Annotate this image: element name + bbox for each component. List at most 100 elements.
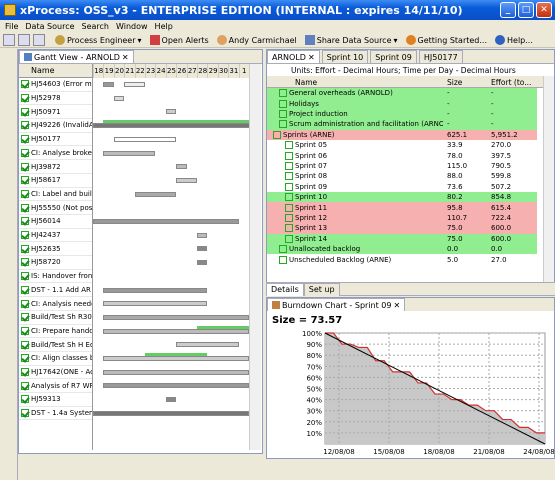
gantt-row[interactable]: HJ50177 — [19, 133, 92, 147]
gantt-bar[interactable] — [197, 246, 208, 252]
gantt-row[interactable]: CI: Align classes b — [19, 352, 92, 366]
gantt-row[interactable]: HJ58617 — [19, 174, 92, 188]
gantt-row[interactable]: IS: Handover fron — [19, 270, 92, 284]
gantt-row[interactable]: DST - 1.1 Add AR — [19, 284, 92, 298]
gantt-row[interactable]: Analysis of R7 WF — [19, 379, 92, 394]
menu-file[interactable]: File — [5, 22, 18, 31]
share-data-source-button[interactable]: Share Data Source ▾ — [304, 35, 398, 45]
print-icon[interactable] — [33, 34, 45, 46]
user-button[interactable]: Andy Carmichael — [216, 35, 297, 45]
table-row[interactable]: Sprint 08 88.0 599.8 — [267, 171, 537, 181]
menu-data-source[interactable]: Data Source — [25, 22, 74, 31]
gantt-row[interactable]: HJ56014 — [19, 215, 92, 229]
gantt-row[interactable]: HJ50971 — [19, 105, 92, 120]
gantt-row[interactable]: HJ52635 — [19, 242, 92, 257]
gantt-bar[interactable] — [103, 287, 208, 293]
gantt-bar[interactable] — [103, 383, 249, 389]
gantt-bar[interactable] — [134, 191, 177, 197]
tab-arnold[interactable]: ARNOLD ✕ — [267, 50, 320, 63]
gantt-bar[interactable] — [103, 369, 249, 375]
gantt-row[interactable]: HJ42437 — [19, 229, 92, 243]
table-row[interactable]: Sprints (ARNE) 625.1 5,951.2 — [267, 129, 537, 140]
tab-setup[interactable]: Set up — [303, 282, 340, 296]
gantt-tab[interactable]: Gantt View - ARNOLD ✕ — [19, 50, 134, 63]
gantt-row[interactable]: HJ54603 (Error m — [19, 78, 92, 92]
open-alerts-button[interactable]: Open Alerts — [149, 35, 209, 45]
gantt-row[interactable]: HJ17642(ONE - Ac — [19, 366, 92, 380]
tab-sprint-10[interactable]: Sprint 10 — [321, 50, 369, 63]
table-row[interactable]: Sprint 09 73.6 507.2 — [267, 182, 537, 192]
row-effort: 600.0 — [491, 234, 512, 243]
gantt-row[interactable]: Build/Test Sh H Ed — [19, 338, 92, 352]
table-row[interactable]: Sprint 14 75.0 600.0 — [267, 233, 537, 244]
table-row[interactable]: Sprint 06 78.0 397.5 — [267, 150, 537, 160]
table-row[interactable]: Sprint 07 115.0 790.5 — [267, 161, 537, 171]
gantt-bar[interactable] — [165, 109, 177, 115]
gantt-row[interactable]: HJ39872 — [19, 160, 92, 174]
gantt-row[interactable]: HJ58720 — [19, 256, 92, 270]
gantt-row[interactable]: CI: Prepare hando — [19, 325, 92, 339]
gantt-row[interactable]: CI: Analysis neede — [19, 297, 92, 311]
menu-help[interactable]: Help — [155, 22, 173, 31]
table-row[interactable]: Sprint 13 75.0 600.0 — [267, 223, 537, 234]
table-row[interactable]: Holidays - - — [267, 98, 537, 109]
gantt-bar[interactable] — [197, 260, 208, 266]
gantt-row[interactable]: DST - 1.4a System — [19, 407, 92, 421]
gantt-row[interactable]: CI: Label and buil — [19, 188, 92, 202]
gantt-bar[interactable] — [197, 232, 208, 238]
gantt-row[interactable]: HJ55550 (Not pos — [19, 201, 92, 215]
gantt-bar[interactable] — [93, 219, 239, 224]
table-row[interactable]: Sprint 11 95.8 615.4 — [267, 202, 537, 213]
close-button[interactable]: ✕ — [536, 2, 552, 18]
table-vertical-scrollbar[interactable] — [543, 76, 554, 282]
gantt-bar[interactable] — [103, 328, 249, 334]
save-icon[interactable] — [18, 34, 30, 46]
gantt-bar[interactable] — [176, 177, 197, 183]
col-name[interactable]: Name — [295, 78, 317, 87]
checked-icon — [21, 340, 29, 349]
help-button[interactable]: Help... — [495, 35, 533, 45]
gantt-row-label: Build/Test Sh R30 — [31, 313, 92, 322]
gantt-bar[interactable] — [176, 342, 239, 348]
col-effort[interactable]: Effort (to... — [491, 78, 531, 87]
maximize-button[interactable]: □ — [518, 2, 534, 18]
table-row[interactable]: Sprint 10 80.2 854.8 — [267, 192, 537, 203]
minimize-button[interactable]: _ — [500, 2, 516, 18]
getting-started-button[interactable]: Getting Started... — [405, 35, 487, 45]
table-row[interactable]: General overheads (ARNOLD) - - — [267, 88, 537, 99]
table-row[interactable]: Project induction - - — [267, 108, 537, 120]
gantt-name-header[interactable]: Name — [19, 64, 92, 78]
table-row[interactable]: Sprint 05 33.9 270.0 — [267, 140, 537, 150]
gantt-bar[interactable] — [113, 95, 125, 101]
gantt-bar[interactable] — [93, 410, 249, 416]
process-engineer-button[interactable]: Process Engineer ▾ — [55, 35, 142, 45]
gantt-bar[interactable] — [103, 82, 114, 87]
gantt-bar[interactable] — [176, 164, 187, 170]
gantt-bar[interactable] — [113, 136, 177, 142]
tab-hj50177[interactable]: HJ50177 — [418, 50, 463, 63]
gantt-row[interactable]: HJ52978 — [19, 92, 92, 106]
table-row[interactable]: Unscheduled Backlog (ARNE) 5.0 27.0 — [267, 254, 537, 264]
gantt-row[interactable]: Build/Test Sh R30 — [19, 311, 92, 325]
gantt-bar[interactable] — [103, 314, 249, 320]
gantt-row[interactable]: HJ49226 (InvalidA — [19, 119, 92, 133]
menu-window[interactable]: Window — [116, 22, 148, 31]
new-icon[interactable] — [3, 34, 15, 46]
table-row[interactable]: Sprint 12 110.7 722.4 — [267, 212, 537, 224]
gantt-bar[interactable] — [124, 82, 145, 87]
burndown-tab[interactable]: Burndown Chart - Sprint 09 ✕ — [267, 298, 406, 311]
gantt-row[interactable]: HJ59313 — [19, 393, 92, 407]
menu-search[interactable]: Search — [82, 22, 109, 31]
tab-details[interactable]: Details — [266, 282, 304, 296]
gantt-row[interactable]: CI: Analyse broke — [19, 147, 92, 161]
tab-sprint-09[interactable]: Sprint 09 — [370, 50, 417, 63]
gantt-vertical-scrollbar[interactable] — [249, 64, 261, 450]
gantt-bar[interactable] — [103, 150, 156, 156]
table-row[interactable]: Scrum administration and facilitation (A… — [267, 119, 537, 130]
gantt-bar[interactable] — [93, 123, 249, 129]
col-size[interactable]: Size — [447, 78, 462, 87]
gantt-bar[interactable] — [103, 356, 249, 361]
gantt-bar[interactable] — [165, 397, 177, 403]
table-row[interactable]: Unallocated backlog 0.0 0.0 — [267, 244, 537, 255]
gantt-bar[interactable] — [103, 301, 208, 307]
